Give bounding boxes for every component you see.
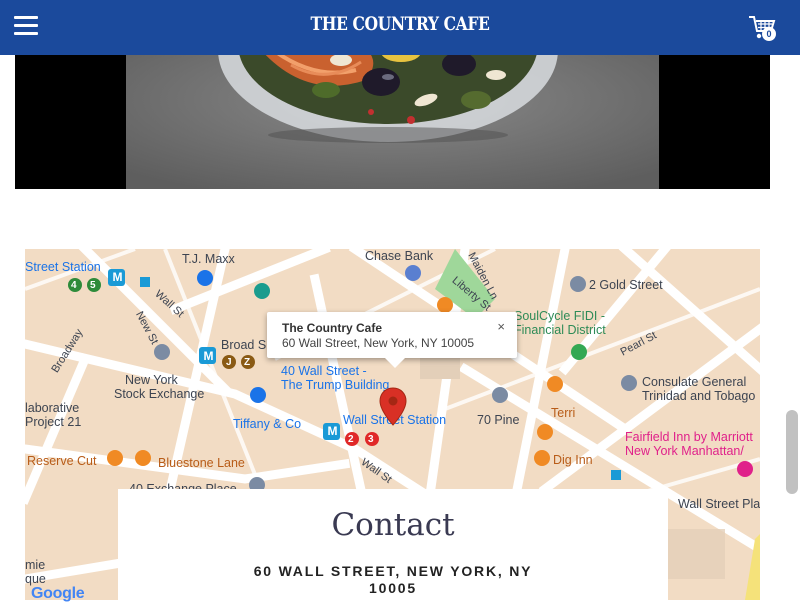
- cart-count-badge: 0: [762, 27, 776, 41]
- info-window-address: 60 Wall Street, New York, NY 10005: [282, 336, 475, 350]
- page-scrollbar[interactable]: [786, 410, 798, 494]
- hero-slider[interactable]: [15, 40, 770, 189]
- subway-m-badge-2: M: [203, 349, 214, 363]
- subway-line-4: 4: [71, 280, 77, 291]
- contact-heading: Contact: [331, 507, 455, 543]
- map-pin-icon[interactable]: [379, 387, 407, 427]
- subway-line-2: 2: [348, 434, 354, 445]
- google-logo-text: Google: [31, 585, 85, 602]
- subway-m-badge-1: M: [112, 270, 123, 284]
- subway-m-badge-3: M: [327, 424, 338, 438]
- close-icon[interactable]: ×: [497, 319, 505, 334]
- subway-line-5: 5: [90, 280, 96, 291]
- site-logo[interactable]: THE COUNTRY CAFE: [72, 13, 728, 35]
- google-logo: Google: [31, 585, 85, 603]
- top-navigation-bar: THE COUNTRY CAFE 0: [0, 0, 800, 55]
- contact-address: 60 WALL STREET, NEW YORK, NY 10005: [253, 563, 533, 596]
- hamburger-menu-icon[interactable]: [14, 16, 38, 38]
- salad-bowl-photo: [126, 40, 659, 189]
- subway-line-z: Z: [244, 357, 251, 368]
- map-info-window: The Country Cafe 60 Wall Street, New Yor…: [267, 312, 517, 368]
- subway-line-3: 3: [368, 434, 374, 445]
- info-window-title: The Country Cafe: [282, 321, 383, 335]
- contact-card: Contact 60 WALL STREET, NEW YORK, NY 100…: [118, 489, 668, 600]
- map-poi-icons: [107, 265, 753, 493]
- subway-line-j: J: [226, 357, 232, 368]
